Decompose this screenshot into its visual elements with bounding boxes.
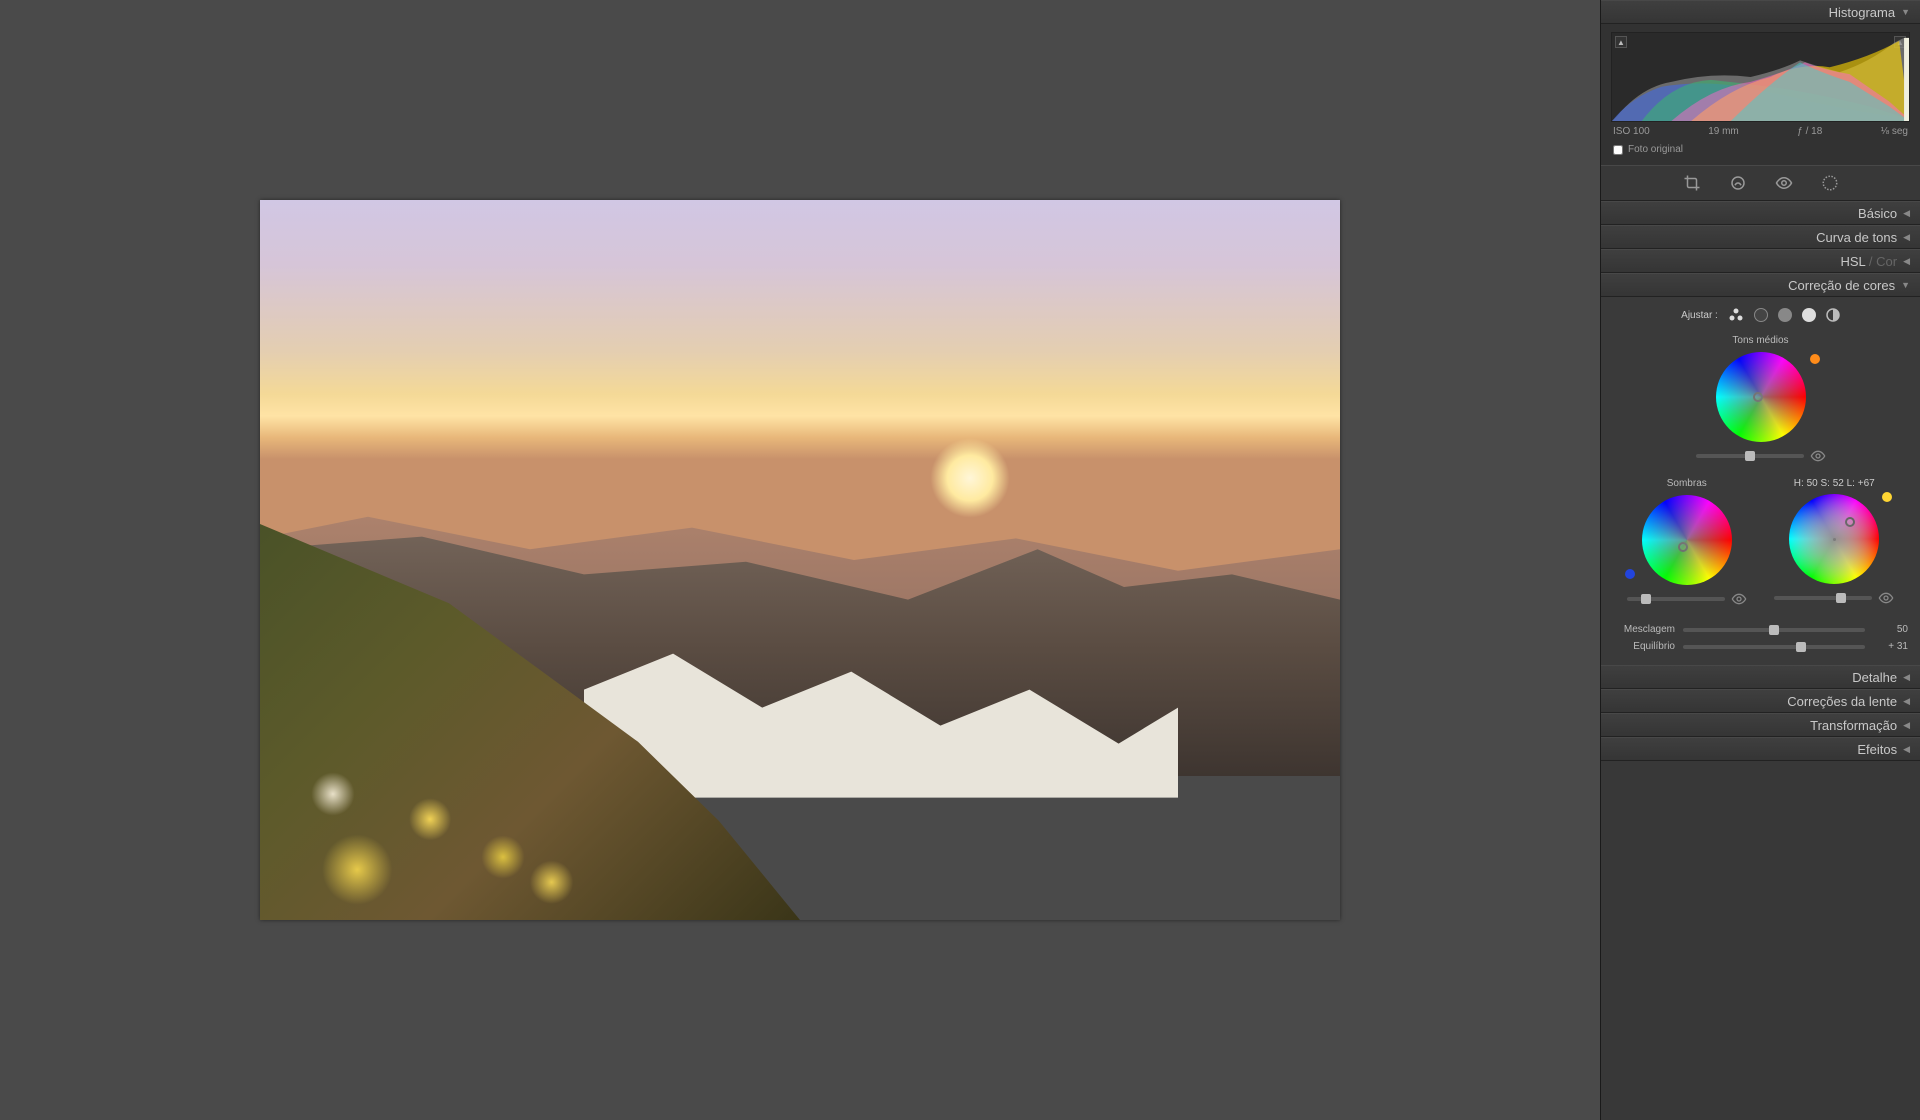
slider-handle[interactable] (1836, 593, 1846, 603)
panel-header-tone-curve[interactable]: Curva de tons ◀ (1601, 225, 1920, 249)
adjust-midtones-icon[interactable] (1778, 308, 1792, 322)
panel-title: Efeitos (1857, 742, 1897, 757)
blending-slider[interactable] (1683, 628, 1865, 632)
expand-icon: ◀ (1903, 744, 1910, 755)
midtones-preview-icon[interactable] (1810, 448, 1826, 464)
panel-header-color-grading[interactable]: Correção de cores ▼ (1601, 273, 1920, 297)
balance-slider[interactable] (1683, 645, 1865, 649)
shadows-label: Sombras (1613, 478, 1761, 489)
tool-strip (1601, 165, 1920, 201)
highlights-block: H: 50 S: 52 L: +67 (1761, 478, 1909, 607)
midtones-color-wheel[interactable] (1716, 352, 1806, 442)
adjust-label: Ajustar : (1681, 310, 1718, 321)
blending-label: Mesclagem (1613, 624, 1675, 635)
midtones-label: Tons médios (1613, 335, 1908, 346)
exif-shutter: ⅛ seg (1881, 126, 1908, 137)
highlights-hue-indicator[interactable] (1882, 492, 1892, 502)
exif-focal: 19 mm (1708, 126, 1739, 137)
midtones-selector[interactable] (1753, 392, 1763, 402)
histogram-section: ▲ ▲ ISO 100 19 mm ƒ / 18 ⅛ seg Foto orig… (1601, 24, 1920, 165)
shadows-preview-icon[interactable] (1731, 591, 1747, 607)
hsl-sep: / (1865, 254, 1876, 269)
panel-title: Transformação (1810, 718, 1897, 733)
exif-info-row: ISO 100 19 mm ƒ / 18 ⅛ seg (1611, 122, 1910, 141)
panel-header-effects[interactable]: Efeitos ◀ (1601, 737, 1920, 761)
adjust-three-way-icon[interactable] (1728, 307, 1744, 323)
expand-icon: ◀ (1903, 720, 1910, 731)
highlights-color-wheel[interactable] (1789, 494, 1879, 584)
expand-icon: ◀ (1903, 256, 1910, 267)
slider-handle[interactable] (1641, 594, 1651, 604)
highlights-preview-icon[interactable] (1878, 590, 1894, 606)
expand-icon: ◀ (1903, 208, 1910, 219)
original-photo-input[interactable] (1613, 145, 1623, 155)
expand-icon: ◀ (1903, 672, 1910, 683)
blending-row: Mesclagem 50 (1613, 621, 1908, 638)
slider-handle[interactable] (1796, 642, 1806, 652)
shadows-block: Sombras (1613, 478, 1761, 607)
collapse-icon: ▼ (1901, 280, 1910, 290)
panel-header-histogram[interactable]: Histograma ▼ (1601, 0, 1920, 24)
color-label: Cor (1876, 254, 1897, 269)
panel-header-lens-corrections[interactable]: Correções da lente ◀ (1601, 689, 1920, 713)
highlights-luminance-slider[interactable] (1774, 596, 1872, 600)
histogram-graph[interactable]: ▲ ▲ (1611, 32, 1910, 122)
panel-title: Detalhe (1852, 670, 1897, 685)
balance-value: + 31 (1873, 641, 1908, 652)
collapse-icon: ▼ (1901, 7, 1910, 17)
panel-header-transform[interactable]: Transformação ◀ (1601, 713, 1920, 737)
panel-title: Correções da lente (1787, 694, 1897, 709)
panel-title: Histograma (1829, 5, 1895, 20)
slider-handle[interactable] (1769, 625, 1779, 635)
blending-value: 50 (1873, 624, 1908, 635)
panel-header-basic[interactable]: Básico ◀ (1601, 201, 1920, 225)
midtones-wheel-wrap (1696, 352, 1826, 464)
panel-title: Básico (1858, 206, 1897, 221)
adjust-global-icon[interactable] (1826, 308, 1840, 322)
radial-filter-tool-icon[interactable] (1821, 174, 1839, 192)
expand-icon: ◀ (1903, 232, 1910, 243)
redeye-tool-icon[interactable] (1775, 174, 1793, 192)
panel-header-hsl-color[interactable]: HSL / Cor ◀ (1601, 249, 1920, 273)
exif-iso: ISO 100 (1613, 126, 1650, 137)
adjust-highlights-icon[interactable] (1802, 308, 1816, 322)
panel-header-detail[interactable]: Detalhe ◀ (1601, 665, 1920, 689)
balance-label: Equilíbrio (1613, 641, 1675, 652)
photo-preview[interactable] (260, 200, 1340, 920)
shadows-hue-indicator[interactable] (1625, 569, 1635, 579)
right-panel: Histograma ▼ ▲ ▲ ISO 100 19 mm ƒ / 18 ⅛ … (1600, 0, 1920, 1120)
shadows-color-wheel[interactable] (1642, 495, 1732, 585)
highlights-selector[interactable] (1845, 517, 1855, 527)
slider-handle[interactable] (1745, 451, 1755, 461)
exif-aperture: ƒ / 18 (1797, 126, 1822, 137)
adjust-shadows-icon[interactable] (1754, 308, 1768, 322)
adjust-selector-row: Ajustar : (1613, 307, 1908, 323)
midtones-hue-indicator[interactable] (1810, 354, 1820, 364)
color-grading-body: Ajustar : Tons médios Sombras (1601, 297, 1920, 665)
crop-tool-icon[interactable] (1683, 174, 1701, 192)
panel-title: Curva de tons (1816, 230, 1897, 245)
hsl-label: HSL (1840, 254, 1865, 269)
midtones-luminance-slider[interactable] (1696, 454, 1804, 458)
original-photo-checkbox[interactable]: Foto original (1611, 141, 1910, 161)
balance-row: Equilíbrio + 31 (1613, 638, 1908, 655)
shadows-luminance-slider[interactable] (1627, 597, 1725, 601)
original-photo-label: Foto original (1628, 144, 1683, 155)
spot-removal-tool-icon[interactable] (1729, 174, 1747, 192)
canvas-area (0, 0, 1600, 1120)
shadows-selector[interactable] (1678, 542, 1688, 552)
highlights-hsl-readout: H: 50 S: 52 L: +67 (1761, 478, 1909, 489)
panel-title: Correção de cores (1788, 278, 1895, 293)
expand-icon: ◀ (1903, 696, 1910, 707)
